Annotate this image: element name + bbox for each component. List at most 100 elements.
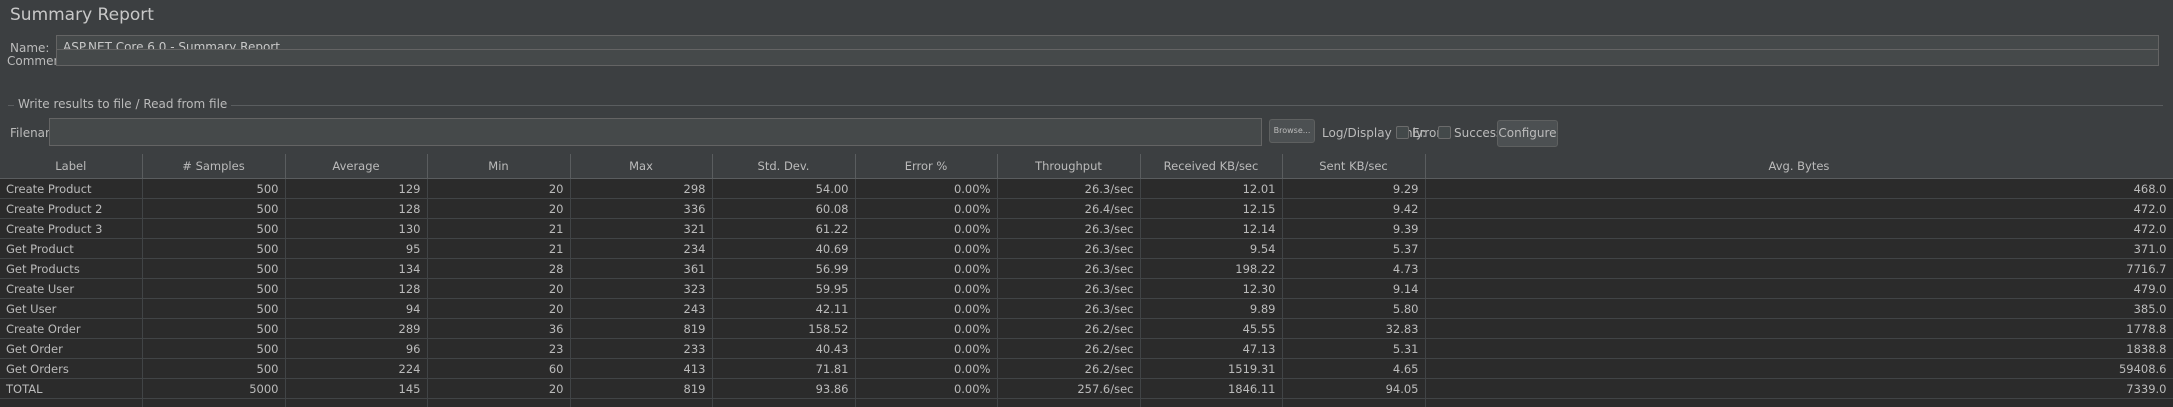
table-cell: 323 [570,278,713,299]
column-header[interactable]: Received KB/sec [1140,154,1283,179]
column-header[interactable]: Error % [855,154,998,179]
table-cell: 129 [285,178,428,199]
table-row[interactable]: Create Product 500 129 20 298 54.00 0.00% 26.3/… [0,178,2173,199]
table-cell: 60 [427,358,571,379]
table-cell: 20 [427,378,571,399]
table-cell: 128 [285,278,428,299]
table-cell: 28 [427,258,571,279]
table-cell: 500 [142,238,286,259]
table-cell: 336 [570,198,713,219]
table-cell: 21 [427,238,571,259]
table-cell: 289 [285,318,428,339]
name-label: Name: [10,41,50,55]
table-cell: 59408.6 [1425,358,2173,379]
table-cell: 1846.11 [1140,378,1283,399]
table-cell: 130 [285,218,428,239]
table-cell: 12.01 [1140,178,1283,199]
column-header[interactable]: Std. Dev. [712,154,856,179]
table-cell: 9.29 [1282,178,1426,199]
table-cell [570,398,713,407]
table-cell: 54.00 [712,178,856,199]
table-cell: Create Order [0,318,143,339]
table-cell: 20 [427,178,571,199]
column-header[interactable]: Sent KB/sec [1282,154,1426,179]
table-cell: Get Product [0,238,143,259]
column-header[interactable]: Throughput [997,154,1141,179]
table-cell: 0.00% [855,218,998,239]
table-cell [1140,398,1283,407]
filename-input[interactable] [49,118,1262,146]
table-cell: 128 [285,198,428,219]
table-cell: 1778.8 [1425,318,2173,339]
table-cell: 819 [570,318,713,339]
table-row[interactable]: Get Products 500 134 28 361 56.99 0.00% 26.3/se… [0,258,2173,279]
browse-button[interactable]: Browse... [1269,119,1315,143]
column-header[interactable]: Min [427,154,571,179]
table-cell: TOTAL [0,378,143,399]
table-cell: 94 [285,298,428,319]
column-header[interactable]: Max [570,154,713,179]
empty-table-row [0,398,2173,407]
table-cell: 500 [142,218,286,239]
column-header[interactable]: # Samples [142,154,286,179]
table-cell [1282,398,1426,407]
table-cell: 95 [285,238,428,259]
table-cell: 0.00% [855,358,998,379]
table-cell: 0.00% [855,238,998,259]
table-cell: 224 [285,358,428,379]
table-cell: 479.0 [1425,278,2173,299]
column-header[interactable]: Average [285,154,428,179]
column-header[interactable]: Label [0,154,143,179]
table-row[interactable]: TOTAL 5000 145 20 819 93.86 0.00% 257.6/sec 1846… [0,378,2173,399]
table-cell: 134 [285,258,428,279]
table-cell: 7339.0 [1425,378,2173,399]
successes-checkbox[interactable] [1438,126,1451,139]
table-row[interactable]: Get User 500 94 20 243 42.11 0.00% 26.3/sec 9.89… [0,298,2173,319]
table-row[interactable]: Get Order 500 96 23 233 40.43 0.00% 26.2/sec 47.… [0,338,2173,359]
table-cell: 472.0 [1425,198,2173,219]
table-cell: 56.99 [712,258,856,279]
table-cell: 26.2/sec [997,338,1141,359]
table-row[interactable]: Get Orders 500 224 60 413 71.81 0.00% 26.2/sec 1… [0,358,2173,379]
table-cell [0,398,143,407]
table-cell: 298 [570,178,713,199]
table-cell: 20 [427,198,571,219]
table-cell: 5000 [142,378,286,399]
table-cell: 26.3/sec [997,298,1141,319]
configure-button[interactable]: Configure [1497,120,1558,147]
table-cell: 0.00% [855,178,998,199]
table-cell: 500 [142,278,286,299]
table-cell: Get Orders [0,358,143,379]
log-display-only-label: Log/Display Only: [1322,126,1427,140]
table-row[interactable]: Get Product 500 95 21 234 40.69 0.00% 26.3/sec 9… [0,238,2173,259]
table-cell: Create Product 3 [0,218,143,239]
table-cell: 36 [427,318,571,339]
table-body: Create Product 500 129 20 298 54.00 0.00% 26.3/… [0,178,2173,407]
table-cell: 9.89 [1140,298,1283,319]
column-header[interactable]: Avg. Bytes [1425,154,2173,179]
table-cell: 26.3/sec [997,238,1141,259]
table-cell: 198.22 [1140,258,1283,279]
table-cell: 59.95 [712,278,856,299]
table-cell: 257.6/sec [997,378,1141,399]
table-cell: 371.0 [1425,238,2173,259]
table-cell: 12.30 [1140,278,1283,299]
table-cell: Create Product [0,178,143,199]
errors-checkbox[interactable] [1396,126,1409,139]
comments-field[interactable] [56,49,2159,66]
write-results-group-title: Write results to file / Read from file [14,97,232,111]
table-cell: 26.3/sec [997,258,1141,279]
table-row[interactable]: Create User 500 128 20 323 59.95 0.00% 26.3/sec… [0,278,2173,299]
table-cell: 500 [142,178,286,199]
table-cell: 96 [285,338,428,359]
table-cell: 42.11 [712,298,856,319]
table-cell: 94.05 [1282,378,1426,399]
table-cell: 500 [142,358,286,379]
table-cell: 4.65 [1282,358,1426,379]
table-cell: 26.3/sec [997,218,1141,239]
table-row[interactable]: Create Order 500 289 36 819 158.52 0.00% 26.2/s… [0,318,2173,339]
table-cell: 32.83 [1282,318,1426,339]
table-row[interactable]: Create Product 3 500 130 21 321 61.22 0.00% 26.… [0,218,2173,239]
table-cell: 0.00% [855,318,998,339]
table-row[interactable]: Create Product 2 500 128 20 336 60.08 0.00% 26.… [0,198,2173,219]
